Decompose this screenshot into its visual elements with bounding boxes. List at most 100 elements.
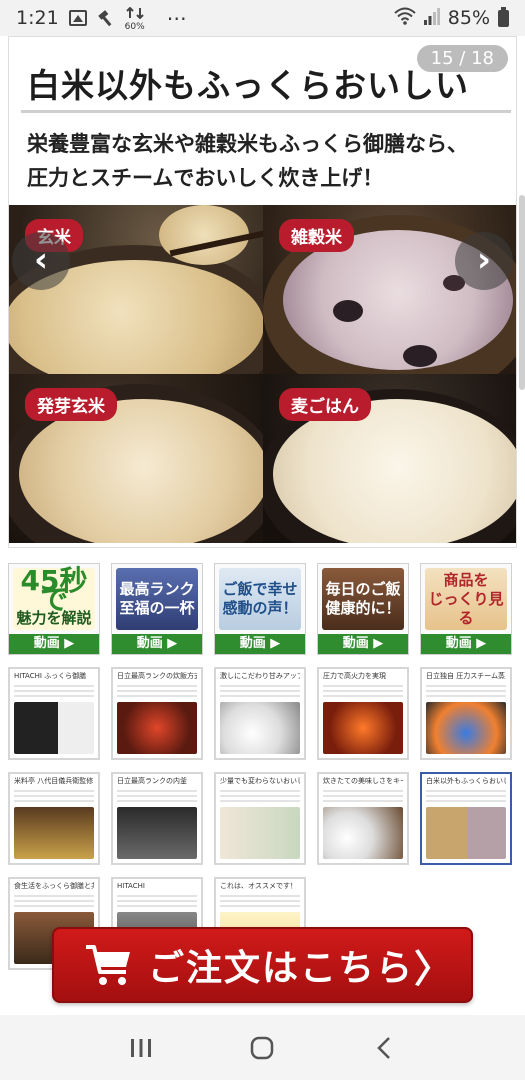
order-button-label: ご注文はこちら (148, 948, 415, 989)
recent-apps-button[interactable] (119, 1026, 163, 1070)
signal-icon (423, 7, 440, 30)
slide-thumb-row: 米料亭 八代目儀兵衛監修 日立最高ランクの内釜 少量でも変わらないおいしさ 炊き… (8, 772, 517, 865)
video-play-label: 動画 ▶ (9, 634, 99, 654)
subtitle-line: 圧力とスチームでおいしく炊き上げ！ (27, 166, 384, 190)
slide-thumb-caption: 激しにこだわり甘みアップ (220, 672, 300, 680)
slide-thumb-text-lines (117, 685, 197, 699)
chevron-right-icon: › (476, 240, 491, 280)
slide-title: 白米以外もふっくらおいしい (27, 66, 469, 105)
video-thumb-row: 45秒で 魅力を解説 動画 ▶ 最高ランク 至福の一杯 動画 ▶ ご飯で幸せ 感… (8, 563, 517, 655)
subtitle-line: 栄養豊富な玄米や雑穀米もふっくら御膳なら、 (27, 132, 468, 156)
back-icon (377, 1036, 391, 1059)
video-thumb[interactable]: ご飯で幸せ 感動の声！ 動画 ▶ (214, 563, 306, 655)
gallery-icon (68, 10, 87, 26)
video-thumb-text: 毎日のご飯 健康的に！ (322, 568, 404, 630)
slide-thumb[interactable]: 日立最高ランクの内釜 (111, 772, 203, 865)
slide-thumb-text-lines (14, 895, 94, 909)
back-button[interactable] (362, 1026, 406, 1070)
slide-thumb[interactable]: 日立独自 圧力スチーム蒸らし (420, 667, 512, 760)
scroll-indicator[interactable] (519, 195, 525, 390)
slide-thumb-image (14, 702, 94, 754)
order-button[interactable]: ご注文はこちら 〉 (52, 927, 473, 1003)
rice-photo-grid: 玄米 雑穀米 発芽玄米 麦ごはん (9, 205, 516, 543)
video-thumb-text: 最高ランク 至福の一杯 (116, 568, 198, 630)
slide-thumb[interactable]: 激しにこだわり甘みアップ (214, 667, 306, 760)
slide-thumb-image (220, 807, 300, 859)
photo-label: 発芽玄米 (25, 388, 117, 421)
slide-thumb-text-lines (323, 790, 403, 804)
slide-thumb-image (426, 807, 506, 859)
photo-brown-rice: 玄米 (9, 205, 263, 374)
slide-thumb-caption: 米料亭 八代目儀兵衛監修 (14, 777, 94, 785)
video-play-label: 動画 ▶ (421, 634, 511, 654)
slide-thumb-row: HITACHI ふっくら御膳 日立最高ランクの炊飯方式 激しにこだわり甘みアップ… (8, 667, 517, 760)
video-thumb[interactable]: 商品を じっくり見る 動画 ▶ (420, 563, 512, 655)
slide-thumb[interactable]: 日立最高ランクの炊飯方式 (111, 667, 203, 760)
title-divider (21, 110, 511, 113)
video-play-label: 動画 ▶ (318, 634, 408, 654)
photo-label: 麦ごはん (279, 388, 371, 421)
slide-thumb-caption: HITACHI (117, 882, 145, 890)
video-thumb-line: 健康的に！ (325, 599, 401, 617)
video-thumb[interactable]: 45秒で 魅力を解説 動画 ▶ (8, 563, 100, 655)
photo-label: 雑穀米 (279, 219, 354, 252)
home-icon (251, 1036, 274, 1059)
video-thumb-text: ご飯で幸せ 感動の声！ (219, 568, 301, 630)
data-indicator-label: 60% (124, 22, 145, 32)
prev-slide-button[interactable]: ‹ (12, 232, 70, 290)
video-thumb-line: 最高ランク (119, 580, 195, 598)
video-thumb-text: 45秒で 魅力を解説 (13, 563, 95, 630)
slide-thumb-image (323, 702, 403, 754)
slide-thumb[interactable]: 炊きたての美味しさをキープ (317, 772, 409, 865)
video-thumb[interactable]: 毎日のご飯 健康的に！ 動画 ▶ (317, 563, 409, 655)
slide-thumb[interactable]: HITACHI ふっくら御膳 (8, 667, 100, 760)
slide-thumb-caption: 白米以外もふっくらおいしい (426, 777, 506, 785)
system-nav-bar (0, 1015, 525, 1080)
slide-thumb[interactable]: 圧力で高火力を実現 (317, 667, 409, 760)
clock: 1:21 (16, 7, 59, 29)
slide-thumb-text-lines (220, 790, 300, 804)
slide-thumb-text-lines (220, 895, 300, 909)
chevron-right-icon: 〉 (414, 946, 453, 991)
video-thumb[interactable]: 最高ランク 至福の一杯 動画 ▶ (111, 563, 203, 655)
slide-thumb-text-lines (117, 895, 197, 909)
recent-apps-icon (130, 1038, 151, 1057)
home-button[interactable] (240, 1026, 284, 1070)
slide-thumb-text-lines (14, 685, 94, 699)
chevron-left-icon: ‹ (33, 240, 48, 280)
overflow-icon: ⋯ (166, 6, 187, 30)
thumbnail-strip: 45秒で 魅力を解説 動画 ▶ 最高ランク 至福の一杯 動画 ▶ ご飯で幸せ 感… (8, 563, 517, 982)
slide-thumb-text-lines (117, 790, 197, 804)
video-thumb-line: 45秒で (20, 563, 88, 616)
slide-thumb-caption: HITACHI ふっくら御膳 (14, 672, 87, 680)
video-thumb-line: 毎日のご飯 (325, 580, 401, 598)
cart-icon (84, 942, 134, 988)
photo-germinated-brown-rice: 発芽玄米 (9, 374, 263, 543)
slide-thumb-text-lines (426, 685, 506, 699)
video-thumb-line: 魅力を解説 (16, 608, 92, 627)
status-bar: 1:21 60% ⋯ 85% (0, 0, 525, 36)
slide-counter: 15 / 18 (416, 45, 508, 72)
slide-thumb-caption: 日立最高ランクの炊飯方式 (117, 672, 197, 680)
slide-thumb-image (220, 702, 300, 754)
video-thumb-line: じっくり見る (428, 589, 504, 627)
article-slide[interactable]: 白米以外もふっくらおいしい 15 / 18 栄養豊富な玄米や雑穀米もふっくら御膳… (8, 36, 517, 548)
next-slide-button[interactable]: › (455, 232, 513, 290)
slide-thumb-caption: 圧力で高火力を実現 (323, 672, 386, 680)
slide-thumb-image (117, 807, 197, 859)
video-thumb-line: 感動の声！ (222, 599, 298, 617)
hammer-icon (97, 9, 115, 27)
battery-icon (498, 6, 509, 27)
slide-thumb[interactable]: 少量でも変わらないおいしさ (214, 772, 306, 865)
slide-thumb-text-lines (14, 790, 94, 804)
slide-thumb-caption: 日立独自 圧力スチーム蒸らし (426, 672, 506, 680)
video-thumb-text: 商品を じっくり見る (425, 568, 507, 630)
video-thumb-line: 商品を (443, 570, 489, 589)
slide-thumb-text-lines (426, 790, 506, 804)
video-play-label: 動画 ▶ (112, 634, 202, 654)
slide-thumb-caption: 炊きたての美味しさをキープ (323, 777, 403, 785)
slide-thumb-active[interactable]: 白米以外もふっくらおいしい (420, 772, 512, 865)
slide-thumb[interactable]: 米料亭 八代目儀兵衛監修 (8, 772, 100, 865)
video-thumb-line: ご飯で幸せ (222, 580, 298, 598)
data-saver-icon: 60% (124, 6, 147, 32)
